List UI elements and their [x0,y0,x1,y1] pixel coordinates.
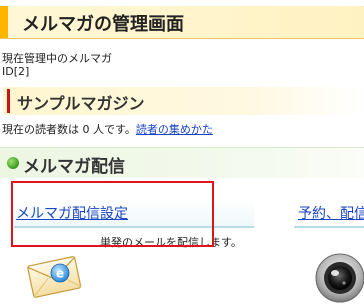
page-header: メルマガの管理画面 [0,6,364,39]
delivery-settings-link[interactable]: メルマガ配信設定 [16,203,128,223]
reader-count-line: 現在の読者数は 0 人です。読者の集めかた [2,121,213,137]
mail-envelope-icon[interactable]: e [26,253,82,299]
magazine-header: サンプルマガジン [3,87,364,115]
collect-readers-link[interactable]: 読者の集めかた [136,123,213,136]
current-magazine-id: ID[2] [2,65,30,78]
magazine-accent-bar [7,89,10,113]
section-title: メルマガ配信 [23,157,125,177]
reader-count-text: 現在の読者数は 0 人です。 [2,123,136,136]
green-bullet-icon [7,157,19,169]
single-send-description: 単発のメールを配信します。 [100,236,242,249]
tab-delivery-settings[interactable]: メルマガ配信設定 [14,200,254,228]
section-header: メルマガ配信 [0,147,364,178]
magazine-name: サンプルマガジン [17,94,145,113]
tab-reserve-delivery[interactable]: 予約、配信 [294,200,364,228]
current-magazine-label: 現在管理中のメルマガ [2,52,112,65]
page-title: メルマガの管理画面 [22,14,184,35]
reserve-delivery-link[interactable]: 予約、配信 [298,203,364,223]
svg-text:e: e [56,267,64,281]
camera-lens-icon[interactable] [310,250,364,306]
